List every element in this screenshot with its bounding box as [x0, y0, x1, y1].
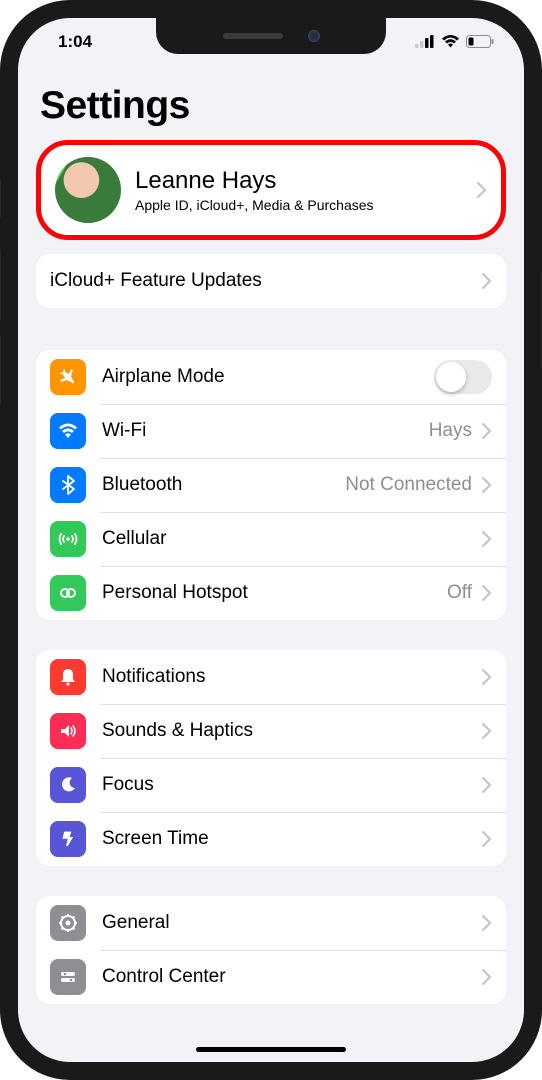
airplane-toggle[interactable] — [434, 360, 492, 394]
row-label: Wi-Fi — [102, 420, 429, 442]
general-row[interactable]: General — [36, 896, 506, 950]
chevron-right-icon — [482, 915, 492, 931]
phone-screen: 1:04 Settings Leanne Hay — [18, 18, 524, 1062]
page-title: Settings — [40, 84, 506, 128]
profile-name: Leanne Hays — [135, 167, 477, 195]
row-label: Focus — [102, 774, 482, 796]
wifi-status-icon — [441, 34, 460, 48]
screentime-row[interactable]: Screen Time — [36, 812, 506, 866]
row-label: Sounds & Haptics — [102, 720, 482, 742]
chevron-right-icon — [482, 831, 492, 847]
phone-frame: 1:04 Settings Leanne Hay — [0, 0, 542, 1080]
row-label: iCloud+ Feature Updates — [50, 270, 482, 292]
focus-row[interactable]: Focus — [36, 758, 506, 812]
cellular-row[interactable]: Cellular — [36, 512, 506, 566]
airplane-mode-row[interactable]: Airplane Mode — [36, 350, 506, 404]
chevron-right-icon — [482, 423, 492, 439]
chevron-right-icon — [482, 777, 492, 793]
sounds-row[interactable]: Sounds & Haptics — [36, 704, 506, 758]
control-center-icon — [50, 959, 86, 995]
bluetooth-row[interactable]: Bluetooth Not Connected — [36, 458, 506, 512]
row-value: Off — [447, 582, 472, 604]
apple-id-row[interactable]: Leanne Hays Apple ID, iCloud+, Media & P… — [36, 140, 506, 240]
chevron-right-icon — [482, 969, 492, 985]
airplane-icon — [50, 359, 86, 395]
sounds-icon — [50, 713, 86, 749]
row-label: General — [102, 912, 482, 934]
notifications-row[interactable]: Notifications — [36, 650, 506, 704]
row-value: Hays — [429, 420, 472, 442]
cellular-icon — [50, 521, 86, 557]
control-center-row[interactable]: Control Center — [36, 950, 506, 1004]
row-label: Bluetooth — [102, 474, 345, 496]
row-label: Notifications — [102, 666, 482, 688]
row-label: Airplane Mode — [102, 366, 434, 388]
chevron-right-icon — [482, 477, 492, 493]
notifications-icon — [50, 659, 86, 695]
focus-icon — [50, 767, 86, 803]
battery-icon — [466, 35, 494, 48]
row-value: Not Connected — [345, 474, 472, 496]
row-label: Control Center — [102, 966, 482, 988]
wifi-row[interactable]: Wi-Fi Hays — [36, 404, 506, 458]
gear-icon — [50, 905, 86, 941]
notch — [156, 18, 386, 54]
row-label: Cellular — [102, 528, 482, 550]
hotspot-icon — [50, 575, 86, 611]
chevron-right-icon — [477, 182, 487, 198]
avatar — [55, 157, 121, 223]
home-indicator[interactable] — [196, 1047, 346, 1052]
profile-subtitle: Apple ID, iCloud+, Media & Purchases — [135, 197, 477, 213]
cell-signal-icon — [415, 35, 435, 48]
chevron-right-icon — [482, 531, 492, 547]
bluetooth-icon — [50, 467, 86, 503]
icloud-feature-updates-row[interactable]: iCloud+ Feature Updates — [36, 254, 506, 308]
row-label: Screen Time — [102, 828, 482, 850]
screentime-icon — [50, 821, 86, 857]
hotspot-row[interactable]: Personal Hotspot Off — [36, 566, 506, 620]
status-time: 1:04 — [58, 32, 92, 52]
chevron-right-icon — [482, 273, 492, 289]
chevron-right-icon — [482, 669, 492, 685]
row-label: Personal Hotspot — [102, 582, 447, 604]
chevron-right-icon — [482, 585, 492, 601]
chevron-right-icon — [482, 723, 492, 739]
wifi-icon — [50, 413, 86, 449]
